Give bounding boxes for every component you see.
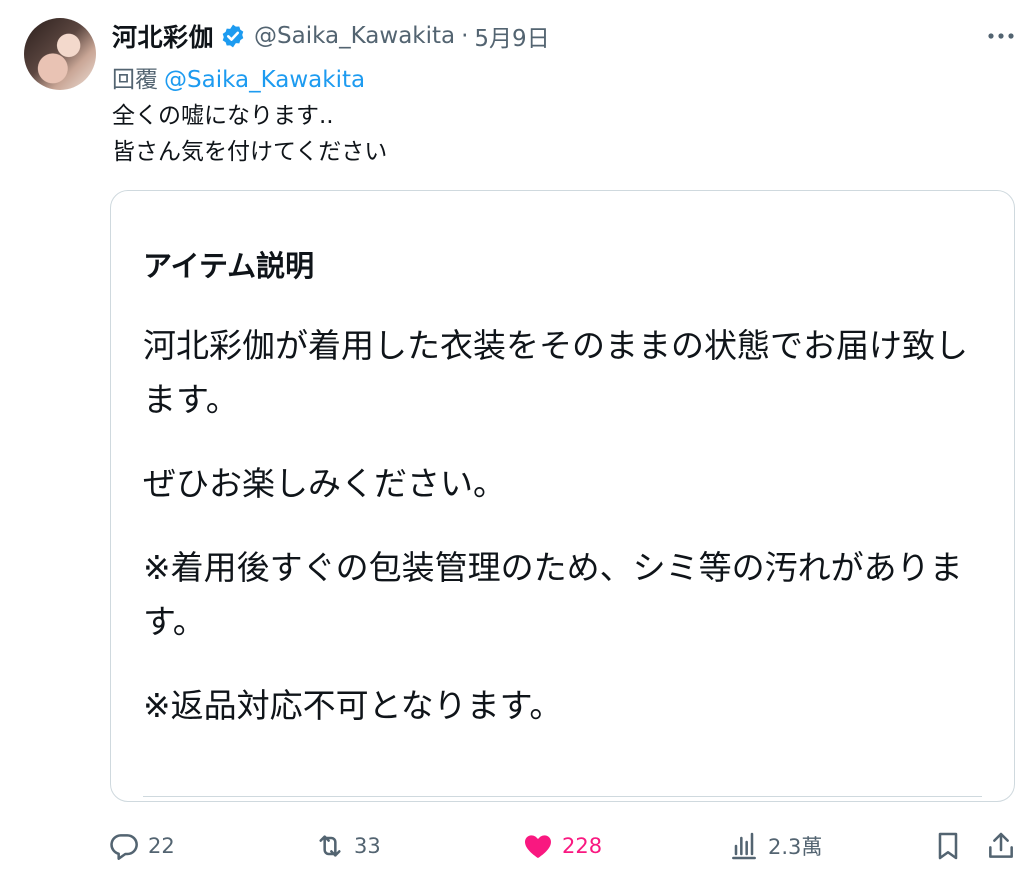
reply-count: 22 [148,834,175,858]
reply-button[interactable]: 22 [108,826,175,866]
reply-icon [110,834,138,860]
tweet-date[interactable]: 5月9日 [474,19,549,53]
card-paragraph: ※着用後すぐの包装管理のため、シミ等の汚れがあります。 [143,548,963,641]
tweet-header: 河北彩伽 @Saika_Kawakita · 5月9日 [112,18,973,54]
repost-icon [319,835,341,857]
like-button[interactable]: 228 [522,826,602,866]
card-title: アイテム説明 [143,249,315,283]
heart-icon [524,835,552,858]
repost-count: 33 [354,834,381,858]
reply-prefix: 回覆 [112,67,158,93]
share-button[interactable] [985,826,1017,866]
separator-dot: · [461,23,469,49]
bookmark-button[interactable] [932,826,964,866]
media-card[interactable]: アイテム説明 河北彩伽が着用した衣装をそのままの状態でお届け致します。 ぜひお楽… [110,190,1015,802]
tweet-text-line: 皆さん気を付けてください [112,139,388,165]
tweet-text: 全くの嘘になります.. 皆さん気を付けてください [112,98,387,170]
author-name[interactable]: 河北彩伽 [112,18,214,54]
action-bar: 22 33 228 2.3萬 [108,826,1023,866]
views-icon [732,832,756,860]
avatar[interactable] [24,18,96,90]
card-paragraph: ※返品対応不可となります。 [143,686,563,725]
views-button[interactable]: 2.3萬 [728,826,822,866]
card-paragraph: ぜひお楽しみください。 [143,464,506,503]
card-paragraph: 河北彩伽が着用した衣装をそのままの状態でお届け致します。 [143,326,968,419]
more-icon[interactable] [983,22,1019,50]
like-count: 228 [562,834,603,858]
views-count: 2.3萬 [768,835,823,859]
card-content: アイテム説明 河北彩伽が着用した衣装をそのままの状態でお届け致します。 ぜひお楽… [143,243,984,763]
repost-button[interactable]: 33 [314,826,381,866]
author-handle[interactable]: @Saika_Kawakita [254,23,455,49]
reply-mention-link[interactable]: @Saika_Kawakita [164,67,365,93]
share-icon [989,832,1013,858]
verified-badge-icon [222,24,244,48]
reply-context: 回覆 @Saika_Kawakita [112,60,365,94]
tweet-text-line: 全くの嘘になります.. [112,103,334,129]
bookmark-icon [938,832,958,860]
card-divider [143,796,982,797]
